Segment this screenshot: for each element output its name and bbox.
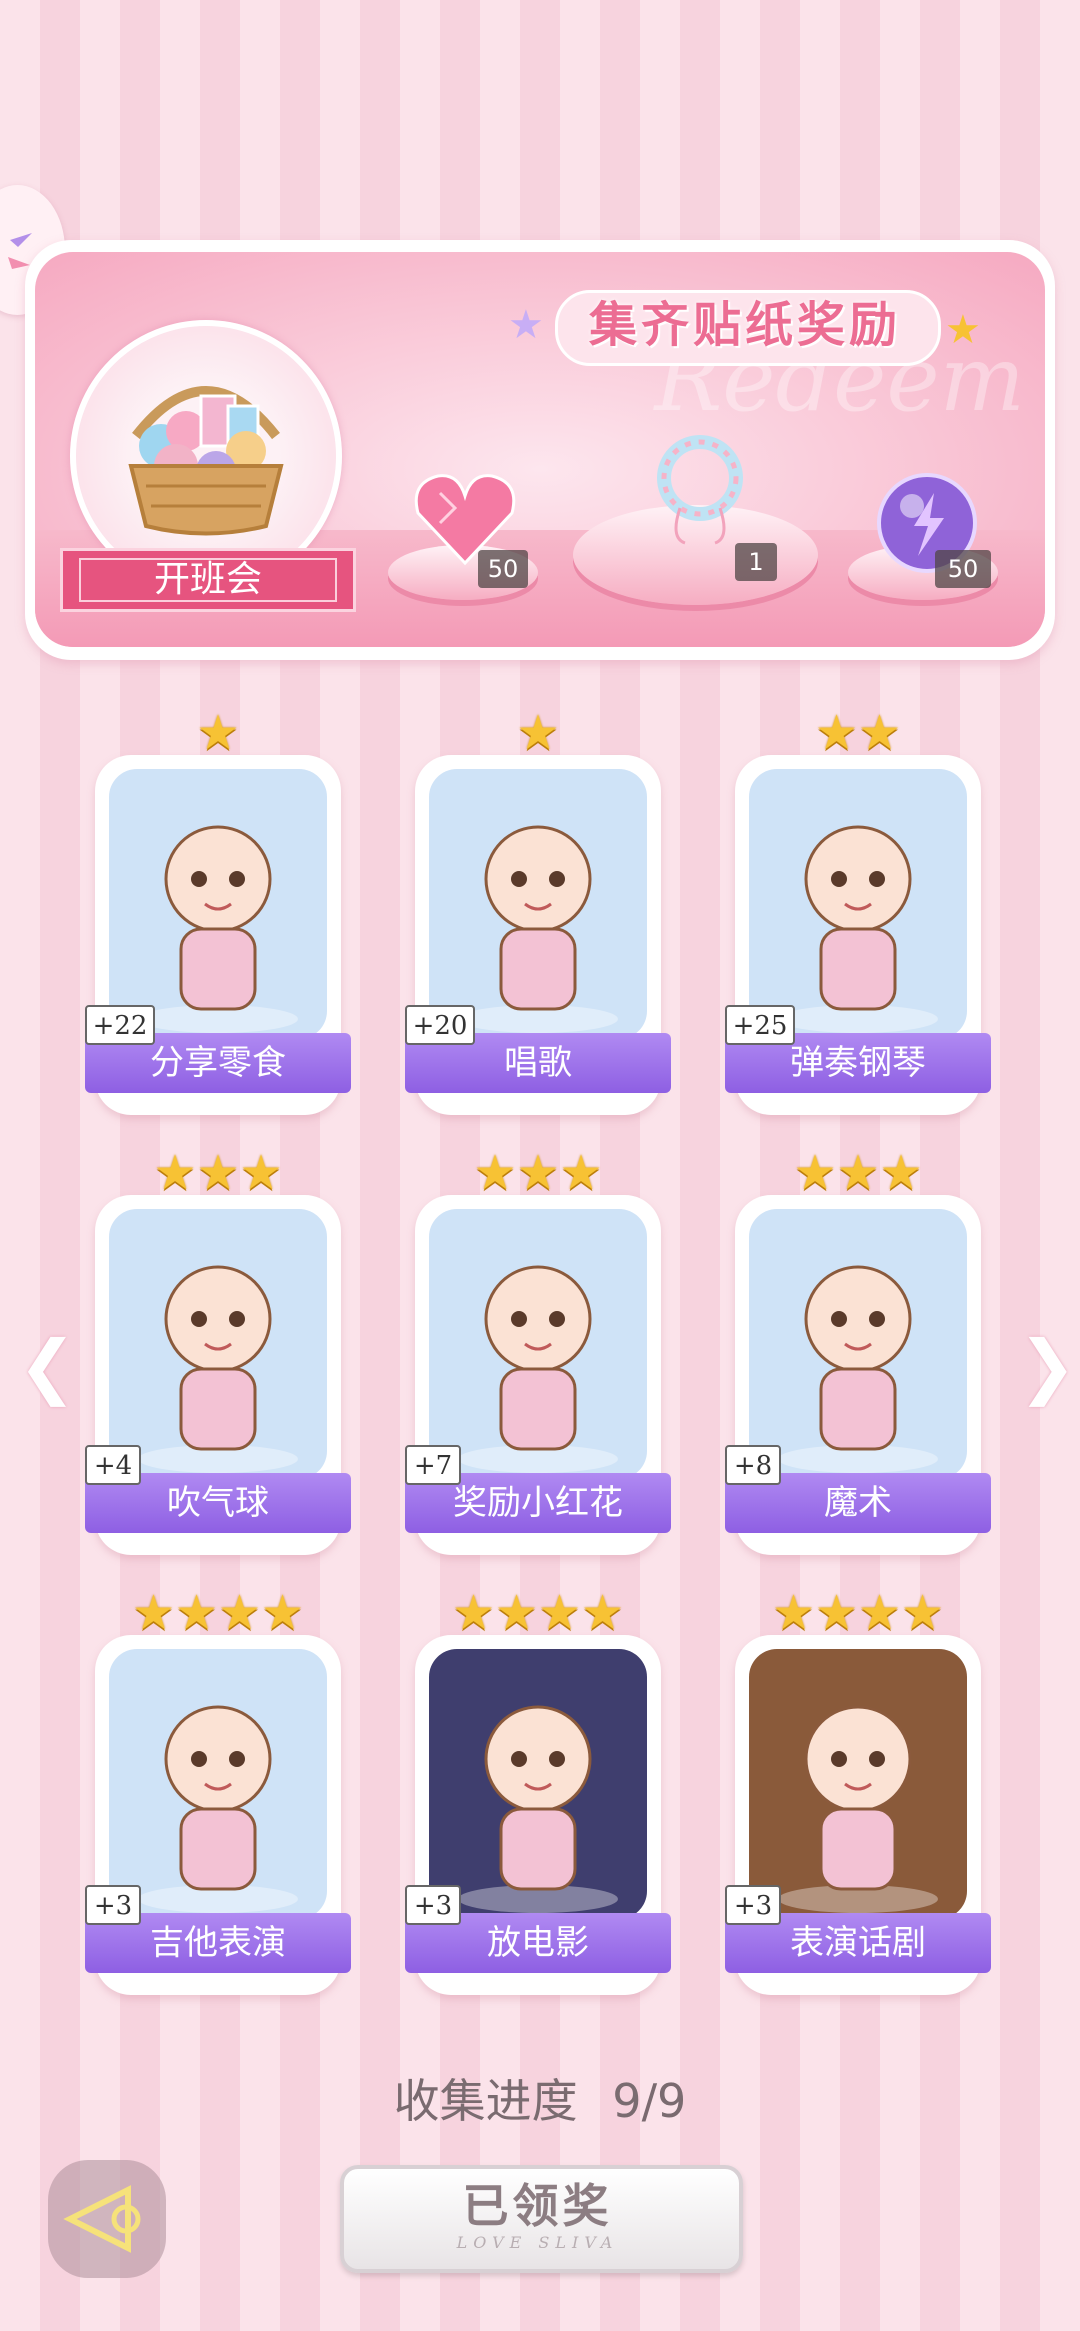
card-stars: ★ xyxy=(196,705,240,761)
snack-basket-icon xyxy=(128,386,284,536)
bead-bracelet-icon[interactable] xyxy=(640,428,760,552)
reward-count: 1 xyxy=(735,543,777,581)
banner-title: 集齐贴纸奖励 xyxy=(588,297,901,353)
card-bonus-tag: +4 xyxy=(85,1445,141,1485)
card-bonus-tag: +7 xyxy=(405,1445,461,1485)
star-deco-icon: ★ xyxy=(945,307,981,353)
card-bonus-tag: +3 xyxy=(85,1885,141,1925)
prev-page-arrow-icon[interactable]: ❮ xyxy=(18,1325,77,1407)
balloon-boy-image xyxy=(109,1209,327,1479)
progress-value: 9/9 xyxy=(612,2074,687,2128)
next-page-arrow-icon[interactable]: ❯ xyxy=(1018,1325,1077,1407)
card-bonus-tag: +3 xyxy=(725,1885,781,1925)
card-stars: ★★★★ xyxy=(451,1585,625,1641)
card-bonus-tag: +25 xyxy=(725,1005,795,1045)
card-stars: ★★ xyxy=(814,705,902,761)
reward-count: 50 xyxy=(935,550,991,588)
card-bonus-tag: +3 xyxy=(405,1885,461,1925)
back-arrow-icon xyxy=(63,2185,141,2253)
progress-label: 收集进度 xyxy=(393,2074,578,2128)
card-bonus-tag: +8 xyxy=(725,1445,781,1485)
card-stars: ★★★ xyxy=(153,1145,283,1201)
main-reward-label: 开班会 xyxy=(153,559,262,600)
claimed-button-label: 已领奖 xyxy=(462,2179,613,2233)
singing-peacock-image xyxy=(429,769,647,1039)
card-stars: ★★★★ xyxy=(131,1585,305,1641)
reward-count: 50 xyxy=(478,550,528,588)
star-deco-icon: ★ xyxy=(508,302,544,348)
drama-cat-girl-image xyxy=(749,1649,967,1919)
snack-basket-image xyxy=(109,769,327,1039)
movie-girl-image xyxy=(429,1649,647,1919)
bunny-flower-image xyxy=(429,1209,647,1479)
card-stars: ★ xyxy=(516,705,560,761)
card-stars: ★★★ xyxy=(473,1145,603,1201)
card-bonus-tag: +22 xyxy=(85,1005,155,1045)
card-bonus-tag: +20 xyxy=(405,1005,475,1045)
magician-girl-image xyxy=(749,1209,967,1479)
claimed-button-subtext: LOVE SLIVA xyxy=(456,2233,619,2252)
collection-progress: 收集进度 9/9 xyxy=(0,2065,1080,2131)
card-stars: ★★★ xyxy=(793,1145,923,1201)
card-stars: ★★★★ xyxy=(771,1585,945,1641)
back-button[interactable] xyxy=(48,2160,166,2278)
guitar-wolf-image xyxy=(109,1649,327,1919)
piano-boy-image xyxy=(749,769,967,1039)
